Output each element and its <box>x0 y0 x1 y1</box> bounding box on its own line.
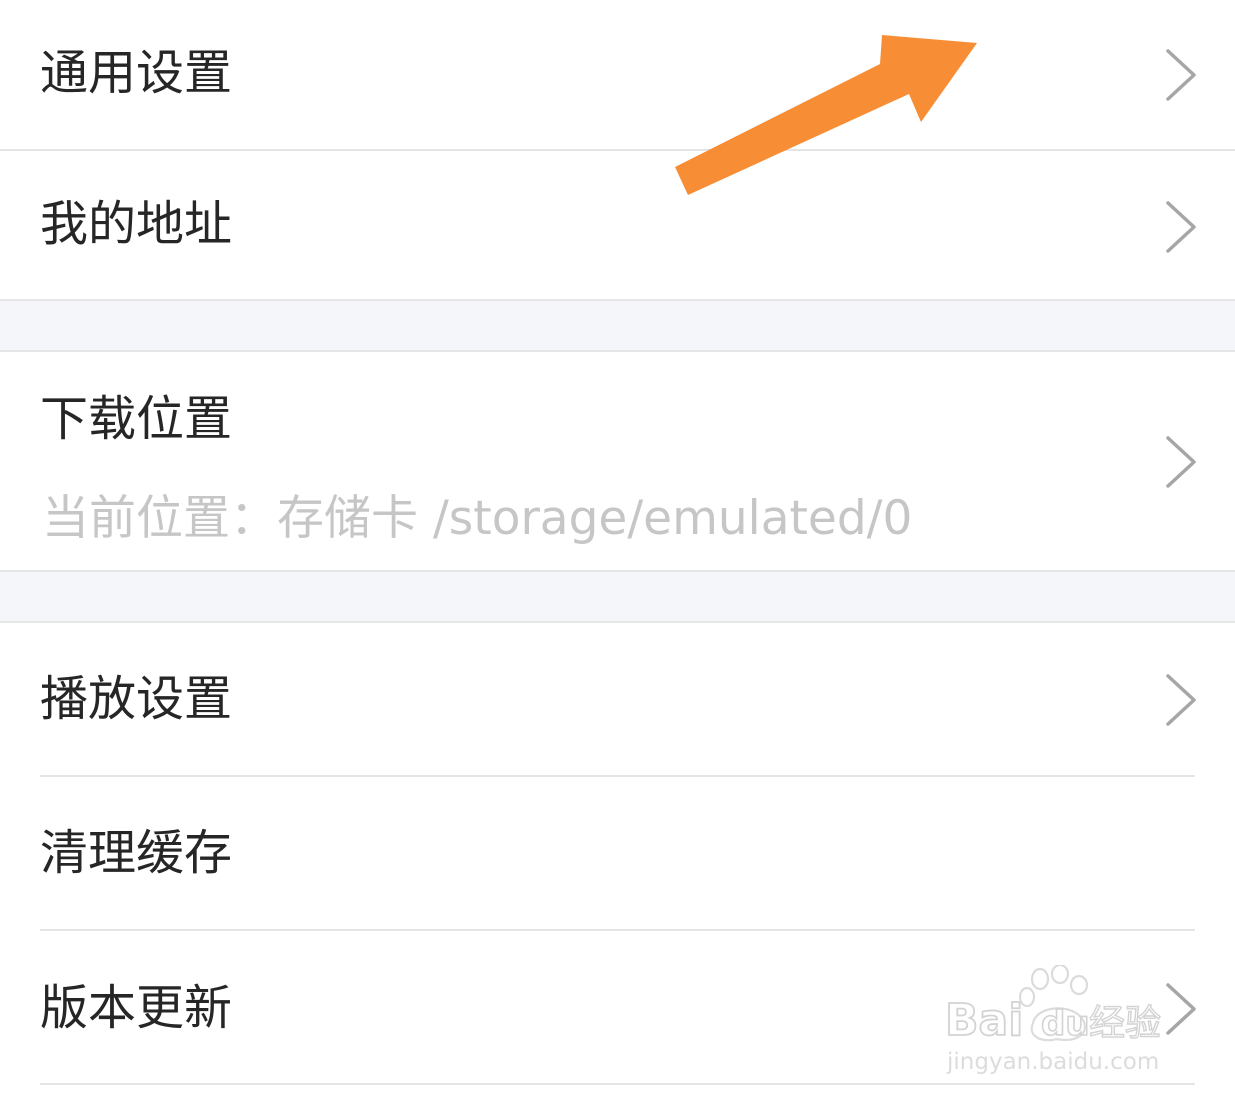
settings-item-label: 播放设置 <box>40 671 233 727</box>
chevron-right-icon <box>1160 672 1200 728</box>
settings-item-version-update[interactable]: 版本更新 <box>0 931 1235 1083</box>
chevron-right-icon <box>1160 199 1200 255</box>
settings-item-label: 版本更新 <box>40 980 233 1036</box>
settings-item-general[interactable]: 通用设置 <box>0 0 1235 150</box>
download-path-text: 当前位置：存储卡 /storage/emulated/0 <box>42 491 913 546</box>
settings-item-label: 我的地址 <box>40 196 233 252</box>
settings-screen: 通用设置 我的地址 下载位置 当前位置：存储卡 /storage/emulate… <box>0 0 1235 1102</box>
chevron-right-icon <box>1160 981 1200 1037</box>
divider <box>40 1083 1195 1085</box>
settings-item-download-location[interactable]: 下载位置 当前位置：存储卡 /storage/emulated/0 <box>0 352 1235 570</box>
settings-item-clear-cache[interactable]: 清理缓存 <box>0 777 1235 929</box>
chevron-right-icon <box>1160 47 1200 103</box>
settings-item-label: 清理缓存 <box>40 825 233 881</box>
chevron-right-icon <box>1160 434 1200 490</box>
settings-item-playback[interactable]: 播放设置 <box>0 623 1235 775</box>
section-gap <box>0 572 1235 621</box>
settings-item-address[interactable]: 我的地址 <box>0 151 1235 299</box>
section-gap <box>0 301 1235 350</box>
settings-item-label: 通用设置 <box>40 45 233 101</box>
settings-item-label: 下载位置 <box>40 391 233 447</box>
